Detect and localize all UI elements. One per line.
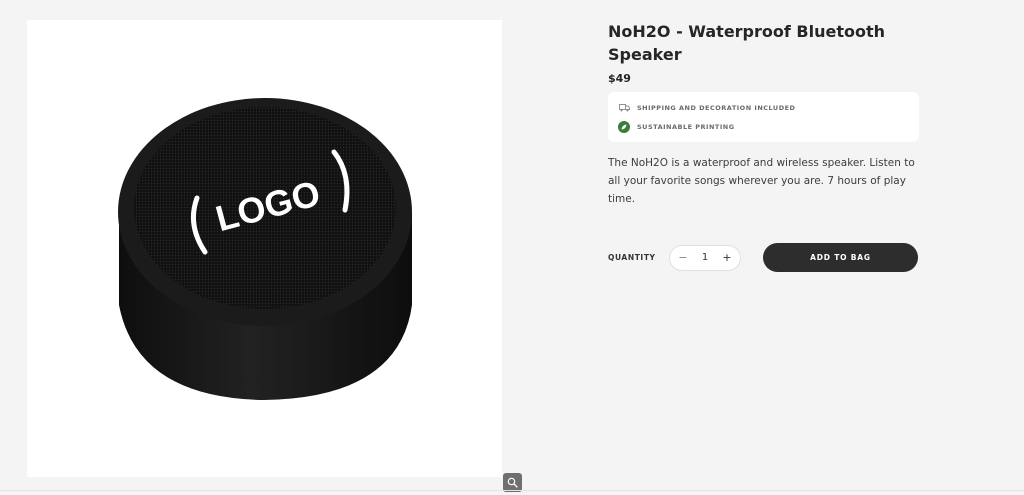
product-info: NoH2O - Waterproof Bluetooth Speaker $49… [608, 20, 919, 219]
leaf-icon [618, 120, 630, 133]
feature-shipping: SHIPPING AND DECORATION INCLUDED [618, 98, 909, 117]
magnifier-icon [507, 477, 518, 488]
product-title: NoH2O - Waterproof Bluetooth Speaker [608, 22, 886, 64]
quantity-value[interactable]: 1 [702, 252, 708, 263]
product-description: The NoH2O is a waterproof and wireless s… [608, 157, 915, 205]
quantity-stepper[interactable]: − 1 + [669, 244, 741, 271]
product-price: $49 [608, 72, 631, 85]
feature-sustainable: SUSTAINABLE PRINTING [618, 117, 909, 136]
feature-label-sustainable: SUSTAINABLE PRINTING [637, 122, 735, 131]
purchase-row: QUANTITY − 1 + ADD TO BAG [608, 243, 919, 272]
add-to-bag-button[interactable]: ADD TO BAG [763, 243, 918, 272]
truck-icon [618, 102, 630, 114]
decrement-button[interactable]: − [676, 251, 690, 264]
increment-button[interactable]: + [720, 251, 734, 264]
speaker-product-image: LOGO [118, 98, 412, 400]
divider [0, 490, 1024, 491]
quantity-label: QUANTITY [608, 253, 656, 262]
feature-label-shipping: SHIPPING AND DECORATION INCLUDED [637, 103, 796, 112]
features-box: SHIPPING AND DECORATION INCLUDED SUSTAIN… [608, 92, 919, 142]
product-image-panel: LOGO [27, 20, 522, 492]
